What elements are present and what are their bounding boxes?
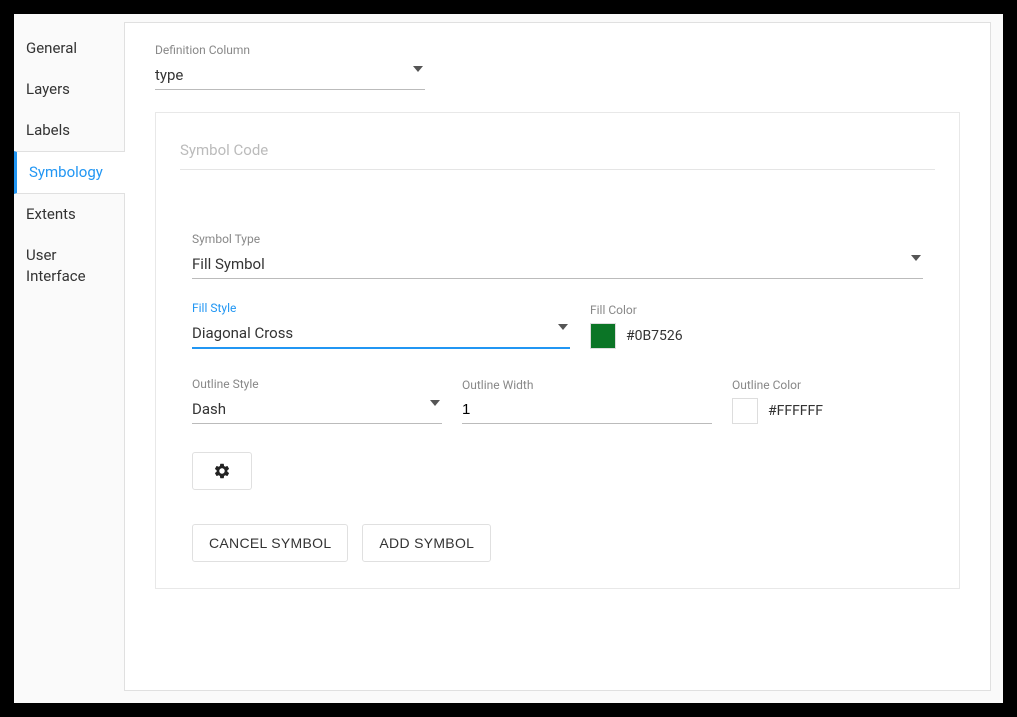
sidebar-item-symbology[interactable]: Symbology — [14, 151, 125, 194]
fill-color-control: #0B7526 — [590, 323, 923, 349]
fill-style-field: Fill Style Diagonal Cross — [192, 301, 570, 349]
caret-down-icon — [911, 255, 921, 261]
outline-color-value: #FFFFFF — [768, 403, 823, 419]
symbol-type-select[interactable]: Fill Symbol — [192, 252, 923, 279]
caret-down-icon — [558, 324, 568, 330]
outline-color-field: Outline Color #FFFFFF — [732, 378, 923, 424]
symbol-card-body: Symbol Type Fill Symbol Fill Style Diago… — [180, 210, 935, 562]
outline-width-label: Outline Width — [462, 378, 712, 392]
sidebar-item-general[interactable]: General — [14, 28, 124, 69]
caret-down-icon — [413, 66, 423, 72]
outline-row: Outline Style Dash Outline Width — [192, 377, 923, 424]
fill-color-swatch[interactable] — [590, 323, 616, 349]
outline-style-select[interactable]: Dash — [192, 397, 442, 424]
definition-column-field: Definition Column type — [155, 43, 960, 90]
sidebar: General Layers Labels Symbology Extents … — [14, 14, 124, 703]
sidebar-item-user-interface[interactable]: User Interface — [14, 235, 124, 297]
symbol-type-field: Symbol Type Fill Symbol — [192, 232, 923, 279]
outline-width-field: Outline Width — [462, 378, 712, 424]
definition-column-select[interactable]: type — [155, 63, 425, 90]
fill-row: Fill Style Diagonal Cross Fill Color — [192, 301, 923, 349]
settings-button[interactable] — [192, 452, 252, 490]
cancel-symbol-button[interactable]: CANCEL SYMBOL — [192, 524, 348, 562]
app-frame: General Layers Labels Symbology Extents … — [14, 14, 1003, 703]
definition-column-label: Definition Column — [155, 43, 960, 57]
caret-down-icon — [430, 400, 440, 406]
gear-icon — [213, 462, 231, 480]
action-row: CANCEL SYMBOL ADD SYMBOL — [192, 524, 923, 562]
fill-color-value: #0B7526 — [626, 328, 683, 344]
sidebar-item-extents[interactable]: Extents — [14, 194, 124, 235]
symbol-card: Symbol Code Symbol Type Fill Symbol Fill… — [155, 112, 960, 589]
outline-color-control: #FFFFFF — [732, 398, 923, 424]
fill-style-select[interactable]: Diagonal Cross — [192, 321, 570, 349]
symbol-type-value: Fill Symbol — [192, 255, 265, 273]
symbol-code-title: Symbol Code — [180, 141, 935, 170]
add-symbol-button[interactable]: ADD SYMBOL — [362, 524, 491, 562]
fill-color-field: Fill Color #0B7526 — [590, 303, 923, 349]
symbol-type-label: Symbol Type — [192, 232, 923, 246]
definition-column-value: type — [155, 66, 183, 84]
main-panel: Definition Column type Symbol Code Symbo… — [124, 22, 991, 691]
fill-style-value: Diagonal Cross — [192, 324, 293, 342]
sidebar-item-layers[interactable]: Layers — [14, 69, 124, 110]
fill-style-label: Fill Style — [192, 301, 570, 315]
outline-color-swatch[interactable] — [732, 398, 758, 424]
outline-style-label: Outline Style — [192, 377, 442, 391]
outline-width-input[interactable] — [462, 398, 712, 424]
outline-style-field: Outline Style Dash — [192, 377, 442, 424]
outline-color-label: Outline Color — [732, 378, 923, 392]
sidebar-item-labels[interactable]: Labels — [14, 110, 124, 151]
fill-color-label: Fill Color — [590, 303, 923, 317]
outline-style-value: Dash — [192, 400, 226, 418]
